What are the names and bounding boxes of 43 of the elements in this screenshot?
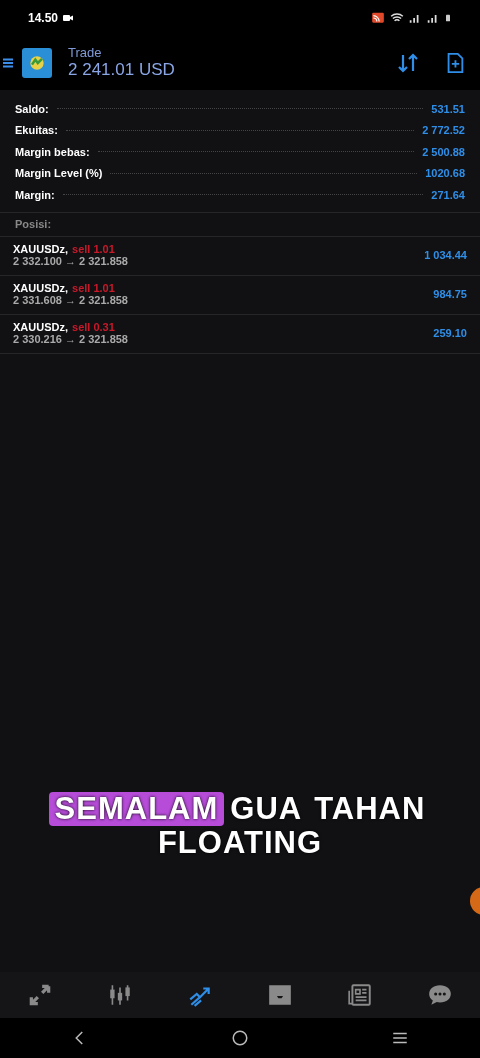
position-row[interactable]: XAUUSDz, sell 0.31 2 330.216 → 2 321.858 259.10 xyxy=(0,314,480,354)
arrows-icon[interactable] xyxy=(27,982,53,1008)
summary-value: 1020.68 xyxy=(425,166,465,181)
cast-icon xyxy=(370,11,386,25)
caption-word: SEMALAM xyxy=(48,792,225,827)
sort-icon[interactable] xyxy=(396,51,420,75)
chat-icon[interactable] xyxy=(427,982,453,1008)
status-time: 14.50 xyxy=(28,10,59,27)
home-icon[interactable] xyxy=(231,1029,249,1047)
position-row[interactable]: XAUUSDz, sell 1.01 2 331.608 → 2 321.858 984.75 xyxy=(0,275,480,315)
caption-word: TAHAN xyxy=(313,792,427,827)
position-symbol: XAUUSDz, xyxy=(13,242,68,255)
position-prices: 2 332.100 → 2 321.858 xyxy=(13,255,128,269)
inbox-icon[interactable] xyxy=(267,982,293,1008)
summary-label: Margin: xyxy=(15,187,55,203)
position-row[interactable]: XAUUSDz, sell 1.01 2 332.100 → 2 321.858 1 034.44 xyxy=(0,236,480,276)
summary-value: 531.51 xyxy=(431,101,465,117)
order-type: sell 0.31 xyxy=(72,320,115,333)
order-type: sell 1.01 xyxy=(72,242,115,255)
app-logo xyxy=(22,48,52,78)
summary-label: Saldo: xyxy=(15,101,49,117)
account-balance: 2 241.01 USD xyxy=(68,59,175,81)
summary-label: Ekuitas: xyxy=(15,123,58,138)
summary-value: 271.64 xyxy=(431,187,465,203)
position-prices: 2 330.216 → 2 321.858 xyxy=(13,333,128,347)
caption-word: GUA xyxy=(229,792,304,827)
newspaper-icon[interactable] xyxy=(347,982,373,1008)
section-label: Posisi: xyxy=(0,212,480,237)
summary-value: 2 500.88 xyxy=(422,144,465,160)
screen-title: Trade xyxy=(68,45,103,60)
summary-value: 2 772.52 xyxy=(422,123,465,138)
position-symbol: XAUUSDz, xyxy=(13,320,68,333)
position-symbol: XAUUSDz, xyxy=(13,281,68,294)
position-profit: 259.10 xyxy=(433,326,467,342)
camera-icon xyxy=(62,12,75,24)
caption-word: FLOATING xyxy=(156,826,324,861)
order-type: sell 1.01 xyxy=(72,281,115,294)
summary-label: Margin Level (%) xyxy=(15,166,103,181)
summary-label: Margin bebas: xyxy=(15,144,90,160)
candlestick-icon[interactable] xyxy=(107,982,133,1008)
position-profit: 1 034.44 xyxy=(424,248,467,264)
position-profit: 984.75 xyxy=(433,287,467,303)
position-prices: 2 331.608 → 2 321.858 xyxy=(13,294,128,308)
